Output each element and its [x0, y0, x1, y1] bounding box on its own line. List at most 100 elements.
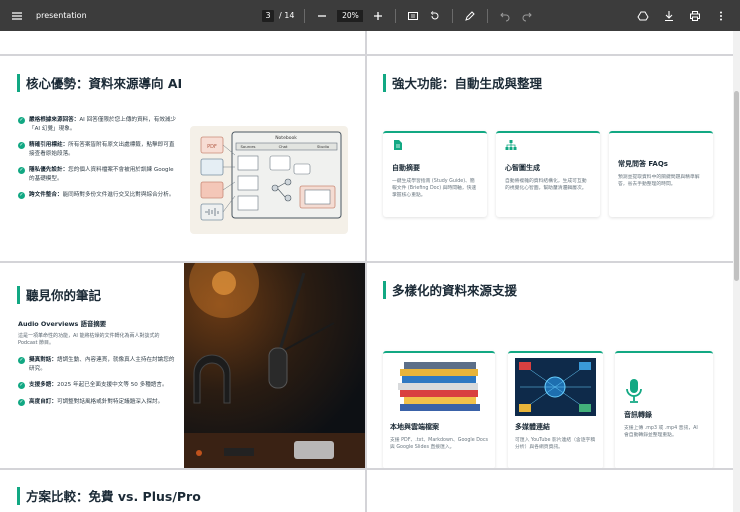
- bullet-body: 2025 年起已全面支援中文等 50 多種語言。: [56, 382, 168, 388]
- zoom-input[interactable]: 20%: [337, 9, 364, 22]
- network-image: [515, 358, 596, 416]
- card-description: 預測並提取資料中的關鍵問題與精準解答，省去手動整理的時間。: [618, 175, 700, 187]
- bullet-item: ✓ 隱私優先設計：您的個人資料檔案不會被用於訓練 Google 的基礎模型。: [18, 166, 178, 183]
- slide-title: 聽見你的筆記: [17, 285, 101, 304]
- vertical-scrollbar[interactable]: [733, 31, 740, 512]
- card-description: 自動將複雜的資料結構化，生成可互動的視覺化心智圖，幫助釐清邏輯層次。: [505, 179, 587, 191]
- previous-page-left[interactable]: [0, 31, 365, 54]
- slide-title: 核心優勢：資料來源導向 AI: [17, 73, 182, 92]
- microphone-icon: [626, 379, 642, 403]
- slide-listen-notes[interactable]: 聽見你的筆記 Audio Overviews 語音摘要 這是一項革命性的功能，A…: [0, 263, 365, 468]
- slide-subtitle: Audio Overviews 語音摘要: [18, 320, 107, 328]
- divider: [395, 8, 397, 23]
- accent-bar: [17, 73, 20, 92]
- slide-data-sources[interactable]: 多樣化的資料來源支援 本地與雲端檔案 支援 PDF、.txt、Markdown、…: [367, 263, 733, 468]
- menu-icon[interactable]: [10, 9, 24, 23]
- card-description: 可匯入 YouTube 影片連結（含逐字稿分析）與各網頁資訊。: [515, 438, 596, 450]
- bullet-list: ✓ 嚴格根據來源回答：AI 回答僅限於您上傳的資料，有效減少「AI 幻覺」現象。 ✓…: [18, 116, 178, 208]
- accent-bar: [383, 280, 386, 299]
- bullet-item: ✓ 嚴格根據來源回答：AI 回答僅限於您上傳的資料，有效減少「AI 幻覺」現象。: [18, 116, 178, 133]
- bullet-label: 擬真對話：: [29, 357, 57, 363]
- divider: [304, 8, 306, 23]
- source-card-audio[interactable]: 音訊轉錄 支援上傳 .mp3 或 .mp4 音訊，AI 會自動轉錄並整理重點。: [615, 351, 713, 468]
- slide-title: 方案比較：免費 vs. Plus/Pro: [17, 486, 201, 505]
- previous-page-right[interactable]: [367, 31, 733, 54]
- document-icon: [394, 140, 402, 150]
- pdf-toolbar: presentation 3 / 14 20%: [0, 0, 740, 31]
- bullet-text: 高度自訂：可調整對話風格或針對特定議題深入探討。: [29, 398, 163, 407]
- bullet-text: 隱私優先設計：您的個人資料檔案不會被用於訓練 Google 的基礎模型。: [29, 166, 178, 183]
- bullet-text: 嚴格根據來源回答：AI 回答僅限於您上傳的資料，有效減少「AI 幻覺」現象。: [29, 116, 178, 133]
- annotate-icon[interactable]: [463, 9, 477, 23]
- notebook-illustration: PDF Notebook Sources Chat Studio: [190, 126, 348, 234]
- check-icon: ✓: [18, 142, 25, 149]
- bullet-item: ✓ 擬真對話：語調生動、內容連貫，就像真人主持在討論您的研究。: [18, 356, 176, 373]
- pdf-file-label: PDF: [207, 144, 217, 150]
- check-icon: ✓: [18, 167, 25, 174]
- tab-chat: Chat: [279, 144, 288, 149]
- card-title: 音訊轉錄: [624, 411, 652, 419]
- document-viewer[interactable]: 核心優勢：資料來源導向 AI ✓ 嚴格根據來源回答：AI 回答僅限於您上傳的資料，…: [0, 31, 733, 512]
- fit-page-icon[interactable]: [406, 9, 420, 23]
- bullet-item: ✓ 高度自訂：可調整對話風格或針對特定議題深入探討。: [18, 398, 176, 407]
- next-page-right[interactable]: [367, 470, 733, 512]
- slide-title: 強大功能：自動生成與整理: [383, 73, 542, 92]
- download-icon[interactable]: [662, 9, 676, 23]
- page-number-input[interactable]: 3: [262, 9, 274, 22]
- slide-intro: 這是一項革命性的功能，AI 能將枯燥的文件轉化為兩人對談式的 Podcast 節…: [18, 333, 160, 346]
- tab-sources: Sources: [240, 144, 255, 149]
- bullet-body: 可調整對話風格或針對特定議題深入探討。: [56, 398, 164, 405]
- sitemap-icon: [505, 140, 517, 150]
- slide-powerful-features[interactable]: 強大功能：自動生成與整理 自動摘要 一鍵生成學習指南 (Study Guide)…: [367, 56, 733, 261]
- feature-card-faq[interactable]: 常見問答 FAQs 預測並提取資料中的關鍵問題與精準解答，省去手動整理的時間。: [609, 131, 713, 217]
- bullet-label: 精確引用標註：: [29, 142, 69, 148]
- bullet-label: 高度自訂：: [29, 398, 57, 405]
- more-options-icon[interactable]: [714, 9, 728, 23]
- divider: [452, 8, 454, 23]
- bullet-list: ✓ 擬真對話：語調生動、內容連貫，就像真人主持在討論您的研究。 ✓ 支援多語：2025…: [18, 356, 176, 414]
- slide-title: 多樣化的資料來源支援: [383, 280, 517, 299]
- check-icon: ✓: [18, 117, 25, 124]
- card-title: 多媒體連結: [515, 423, 550, 431]
- redo-icon[interactable]: [520, 9, 534, 23]
- print-icon[interactable]: [688, 9, 702, 23]
- slide-core-advantages[interactable]: 核心優勢：資料來源導向 AI ✓ 嚴格根據來源回答：AI 回答僅限於您上傳的資料，…: [0, 56, 365, 261]
- accent-bar: [383, 73, 386, 92]
- accent-bar: [17, 285, 20, 304]
- window-title: Notebook: [275, 135, 297, 141]
- books-image: [398, 362, 480, 411]
- zoom-out-icon[interactable]: [315, 9, 329, 23]
- drive-add-icon[interactable]: [636, 9, 650, 23]
- check-icon: ✓: [18, 192, 25, 199]
- feature-card-mindmap[interactable]: 心智圖生成 自動將複雜的資料結構化，生成可互動的視覺化心智圖，幫助釐清邏輯層次。: [496, 131, 600, 217]
- accent-bar: [17, 486, 20, 505]
- source-card-media[interactable]: 多媒體連結 可匯入 YouTube 影片連結（含逐字稿分析）與各網頁資訊。: [508, 351, 603, 468]
- bullet-text: 支援多語：2025 年起已全面支援中文等 50 多種語言。: [29, 381, 168, 390]
- feature-card-summary[interactable]: 自動摘要 一鍵生成學習指南 (Study Guide)、簡報文件 (Briefi…: [383, 131, 487, 217]
- card-title: 本地與雲端檔案: [390, 423, 439, 431]
- bullet-item: ✓ 精確引用標註：所有答案皆附有原文出處標籤，點擊即可直接查看原始段落。: [18, 141, 178, 158]
- rotate-icon[interactable]: [428, 9, 442, 23]
- card-title: 常見問答 FAQs: [618, 160, 668, 168]
- undo-icon[interactable]: [498, 9, 512, 23]
- check-icon: ✓: [18, 357, 25, 364]
- source-card-files[interactable]: 本地與雲端檔案 支援 PDF、.txt、Markdown、Google Docs…: [383, 351, 495, 468]
- bullet-label: 嚴格根據來源回答：: [29, 117, 80, 123]
- bullet-body: 能同時對多份文件進行交叉比對與綜合分析。: [62, 192, 175, 198]
- check-icon: ✓: [18, 382, 25, 389]
- zoom-in-icon[interactable]: [371, 9, 385, 23]
- bullet-label: 跨文件整合：: [29, 192, 63, 198]
- check-icon: ✓: [18, 398, 25, 406]
- bullet-item: ✓ 跨文件整合：能同時對多份文件進行交叉比對與綜合分析。: [18, 191, 178, 200]
- scrollbar-thumb[interactable]: [734, 91, 739, 281]
- bullet-label: 隱私優先設計：: [29, 167, 69, 173]
- slide-plan-comparison[interactable]: 方案比較：免費 vs. Plus/Pro: [0, 470, 365, 512]
- document-title: presentation: [36, 11, 87, 20]
- bullet-label: 支援多語：: [29, 382, 57, 388]
- page-total: / 14: [279, 11, 295, 20]
- card-description: 一鍵生成學習指南 (Study Guide)、簡報文件 (Briefing Do…: [392, 179, 477, 198]
- bullet-text: 擬真對話：語調生動、內容連貫，就像真人主持在討論您的研究。: [29, 356, 176, 373]
- card-title: 心智圖生成: [505, 164, 540, 172]
- podcast-studio-photo: [184, 263, 365, 468]
- card-title: 自動摘要: [392, 164, 420, 172]
